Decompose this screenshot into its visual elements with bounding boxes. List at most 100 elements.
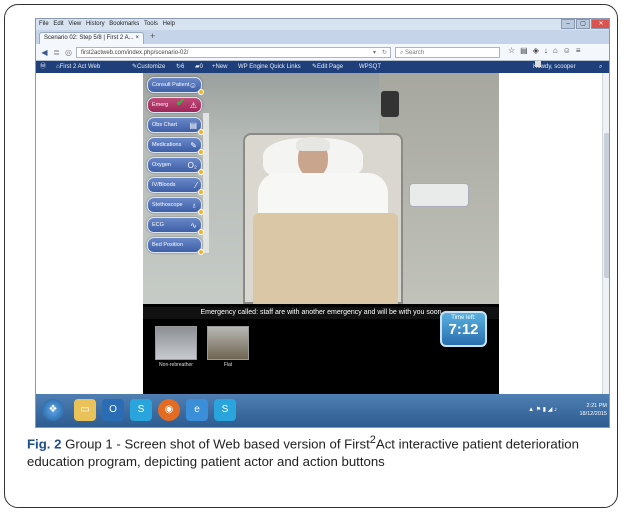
status-dot [198, 249, 204, 255]
status-dot [198, 149, 204, 155]
pocket-icon[interactable]: ◈ [533, 46, 539, 55]
toolbar-icons: ☆ ▤ ◈ ↓ ⌂ ☺ ≡ [508, 46, 581, 55]
figure-caption: Fig. 2 Group 1 - Screen shot of Web base… [27, 431, 607, 471]
avatar [535, 61, 541, 67]
new-tab-icon[interactable]: + [150, 31, 155, 41]
wp-wpsqt[interactable]: WPSQT [359, 61, 381, 73]
oxygen-button[interactable]: Oxygen O₂ [147, 157, 204, 175]
status-dot [198, 89, 204, 95]
menu-icon[interactable]: ≡ [576, 46, 581, 55]
dropdown-icon[interactable]: ▾ [373, 48, 376, 58]
file-explorer-icon[interactable]: ▭ [74, 399, 96, 421]
browser-tab[interactable]: Scenario 02: Step 5/8 | First 2 A... × [39, 32, 144, 44]
iv-bloods-button[interactable]: IV/Bloods ⁄ [147, 177, 204, 195]
status-dot [198, 129, 204, 135]
checkmark-icon: ✔ [176, 97, 186, 109]
caption-text-start: Group 1 - Screen shot of Web based versi… [65, 436, 370, 452]
reload-icon[interactable]: ↻ [382, 48, 387, 58]
scrollbar-thumb[interactable] [604, 133, 609, 278]
sync-icon[interactable]: ☺ [563, 46, 571, 55]
option-non-rebreather[interactable]: Non-rebreather [155, 326, 197, 368]
ecg-button[interactable]: ECG ∿ [147, 217, 204, 235]
user-icon: ☺ [188, 81, 197, 90]
obs-chart-button[interactable]: Obs Chart ▤ [147, 117, 204, 135]
start-button-icon[interactable]: ❖ [42, 399, 64, 421]
status-dot [198, 229, 204, 235]
scenario-bottom-panel: Emergency called: staff are with another… [143, 304, 499, 394]
sink [409, 183, 469, 207]
bed-position-button[interactable]: Bed Position [147, 237, 204, 255]
window-controls: – ▢ ✕ [560, 19, 609, 30]
windows-taskbar: ❖ ▭ O S ◉ e S ▲ ⚑ ▮ ◢ ♪ 2:21 PM 18/12/20… [36, 394, 609, 427]
menu-view[interactable]: View [68, 19, 81, 30]
menu-bookmarks[interactable]: Bookmarks [109, 19, 139, 30]
tab-close-icon[interactable]: × [135, 33, 139, 44]
wp-customize[interactable]: ✎ Customize [132, 61, 165, 73]
search-bar[interactable]: ⌕ Search [395, 47, 500, 58]
wp-updates[interactable]: ↻ 6 [176, 61, 184, 73]
stethoscope-icon: ♁ [191, 201, 197, 210]
action-buttons: Consult Patient ☺ Emerg ✔ ⚠ Obs Chart ▤ … [147, 77, 209, 257]
wp-search-icon[interactable]: ⌕ [599, 61, 602, 73]
outlook-icon[interactable]: O [102, 399, 124, 421]
wp-quick-links[interactable]: WP Engine Quick Links [238, 61, 301, 73]
menu-help[interactable]: Help [163, 19, 175, 30]
page-content: Consult Patient ☺ Emerg ✔ ⚠ Obs Chart ▤ … [36, 73, 609, 394]
option-flat[interactable]: Flat [207, 326, 249, 368]
status-dot [198, 169, 204, 175]
clock-date: 18/12/2015 [579, 411, 607, 417]
stethoscope-button[interactable]: Stethoscope ♁ [147, 197, 204, 215]
chart-icon: ▤ [189, 121, 197, 130]
bookmark-star-icon[interactable]: ☆ [508, 46, 515, 55]
wp-comments[interactable]: ▰ 0 [195, 61, 203, 73]
wall-monitor [381, 91, 399, 117]
skype-icon[interactable]: S [130, 399, 152, 421]
wp-admin-bar: Ⓦ ⌂ First 2 Act Web ✎ Customize ↻ 6 ▰ 0 … [36, 61, 609, 73]
flat-bed-image [207, 326, 249, 360]
emergency-button[interactable]: Emerg ✔ ⚠ [147, 97, 202, 113]
figure-label: Fig. 2 [27, 436, 62, 452]
tab-title: Scenario 02: Step 5/8 | First 2 A... [44, 35, 134, 41]
firefox-icon[interactable]: ◉ [158, 399, 180, 421]
page-left-margin [36, 73, 143, 394]
menu-file[interactable]: File [39, 19, 49, 30]
maximize-icon[interactable]: ▢ [576, 19, 590, 29]
menu-edit[interactable]: Edit [53, 19, 63, 30]
reading-list-icon[interactable]: ▤ [520, 46, 528, 55]
download-icon[interactable]: ↓ [544, 46, 548, 55]
skype-business-icon[interactable]: S [214, 399, 236, 421]
wordpress-icon[interactable]: Ⓦ [40, 61, 46, 73]
url-text: first2actweb.com/index.php/scenario-02/ [81, 50, 189, 56]
wp-edit-page[interactable]: ✎ Edit Page [312, 61, 343, 73]
consult-patient-button[interactable]: Consult Patient ☺ [147, 77, 204, 95]
url-bar[interactable]: first2actweb.com/index.php/scenario-02/ … [76, 47, 391, 58]
vertical-scrollbar[interactable] [602, 73, 609, 394]
status-dot [198, 189, 204, 195]
site-identity-icon[interactable]: ◎ [62, 46, 75, 59]
blanket [253, 213, 398, 304]
ecg-icon: ∿ [190, 221, 197, 230]
menu-history[interactable]: History [86, 19, 105, 30]
medications-button[interactable]: Medications ✎ [147, 137, 204, 155]
menu-tools[interactable]: Tools [144, 19, 158, 30]
figure-frame: File Edit View History Bookmarks Tools H… [4, 4, 618, 508]
o2-icon: O₂ [187, 161, 197, 170]
clock[interactable]: 2:21 PM 18/12/2015 [579, 402, 607, 418]
screenshot: File Edit View History Bookmarks Tools H… [35, 18, 610, 428]
option-caption: Flat [223, 362, 233, 368]
wp-site-name[interactable]: ⌂ First 2 Act Web [56, 61, 100, 73]
internet-explorer-icon[interactable]: e [186, 399, 208, 421]
syringe-icon: ⁄ [195, 181, 197, 190]
option-caption: Non-rebreather [159, 362, 193, 368]
timer-value: 7:12 [448, 321, 479, 338]
non-rebreather-image [155, 326, 197, 360]
system-tray-icons[interactable]: ▲ ⚑ ▮ ◢ ♪ [528, 406, 557, 413]
time-left-timer: Time left: 7:12 [440, 311, 487, 347]
close-icon[interactable]: ✕ [591, 19, 609, 29]
home-icon[interactable]: ⌂ [553, 46, 558, 55]
minimize-icon[interactable]: – [561, 19, 575, 29]
tab-strip: Scenario 02: Step 5/8 | First 2 A... × + [36, 30, 609, 44]
wp-new[interactable]: + New [212, 61, 228, 73]
option-thumbnails: Non-rebreather Flat [155, 326, 249, 368]
search-placeholder: Search [405, 50, 425, 56]
